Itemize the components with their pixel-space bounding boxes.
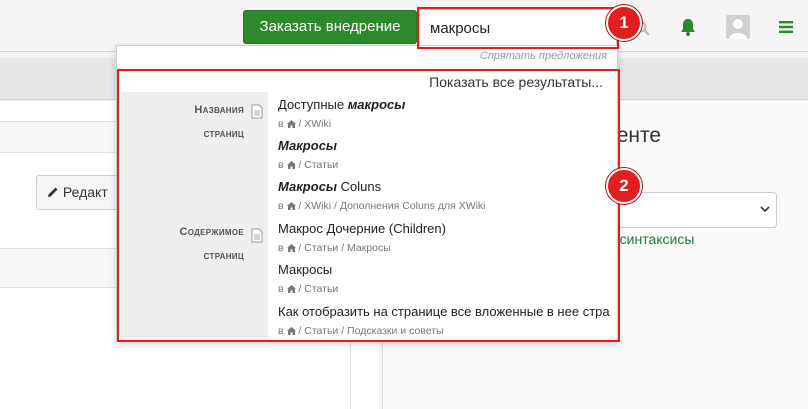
hide-suggestions-link[interactable]: Спрятать предложения <box>480 50 607 62</box>
bell-icon[interactable] <box>679 17 697 37</box>
chevron-down-icon <box>760 206 770 213</box>
annotation-box-search <box>417 7 619 49</box>
annotation-badge-2: 2 <box>606 168 642 204</box>
syntax-link[interactable]: е синтаксисы <box>608 231 694 247</box>
edit-button-label: Редакт <box>62 184 108 200</box>
avatar[interactable] <box>726 15 750 39</box>
order-implementation-button[interactable]: Заказать внедрение <box>243 10 417 44</box>
pencil-icon <box>48 187 58 197</box>
annotation-box-results <box>117 69 620 342</box>
menu-icon[interactable] <box>779 20 793 34</box>
annotation-badge-1: 1 <box>606 5 642 41</box>
